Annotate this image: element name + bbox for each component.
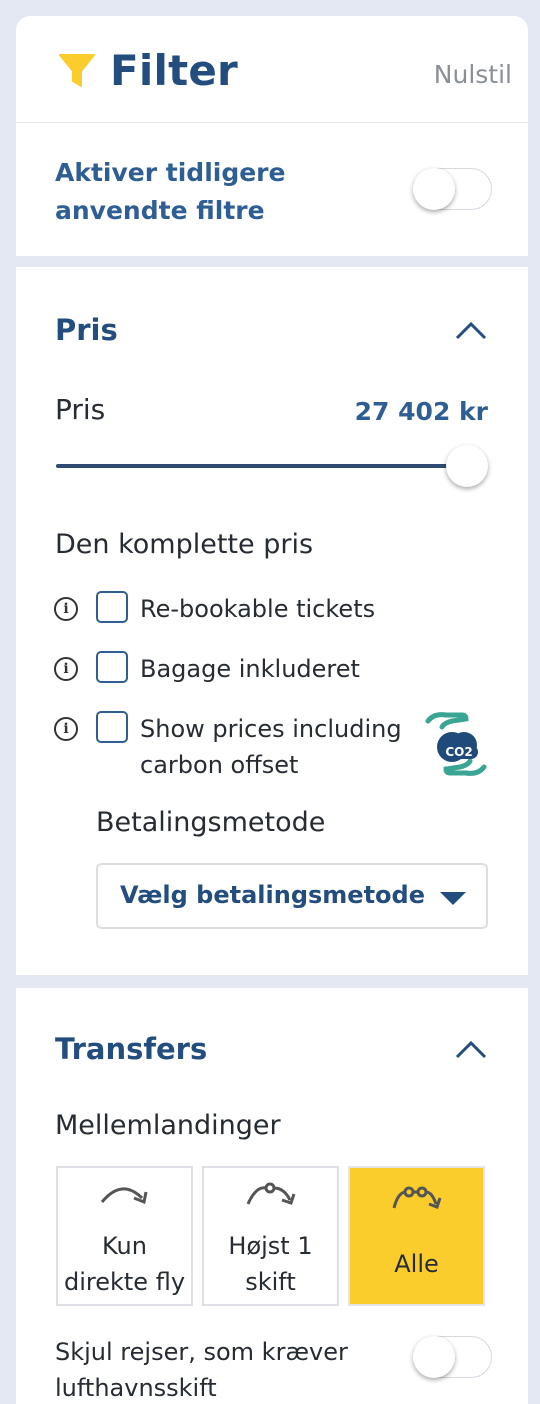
divider: [16, 122, 528, 123]
transfers-section-title: Transfers: [55, 1032, 208, 1066]
price-slider-track[interactable]: [56, 464, 450, 468]
funnel-icon: [59, 54, 95, 87]
stops-option-label: Kun: [102, 1232, 147, 1260]
price-label: Pris: [55, 393, 106, 426]
caret-down-icon: [440, 892, 466, 905]
filter-header-panel: Filter Nulstil Aktiver tidligere anvendt…: [16, 16, 528, 256]
carbon-offset-label-line2: carbon offset: [140, 751, 299, 779]
chevron-up-icon[interactable]: [454, 1038, 488, 1060]
price-slider-handle[interactable]: [446, 445, 488, 487]
info-icon[interactable]: i: [54, 717, 78, 741]
page-title: Filter: [110, 46, 238, 95]
info-icon[interactable]: i: [54, 657, 78, 681]
payment-method-select-value: Vælg betalingsmetode: [120, 881, 426, 909]
payment-method-select[interactable]: Vælg betalingsmetode: [96, 863, 488, 929]
svg-text:CO2: CO2: [445, 745, 472, 759]
stops-option-max-one[interactable]: Højst 1 skift: [202, 1166, 339, 1306]
stops-option-direct[interactable]: Kun direkte fly: [56, 1166, 193, 1306]
payment-method-label: Betalingsmetode: [96, 807, 326, 838]
baggage-label: Bagage inkluderet: [140, 655, 360, 683]
all-stops-icon: [392, 1186, 442, 1209]
direct-flight-icon: [100, 1187, 148, 1205]
carbon-offset-label-line1: Show prices including: [140, 715, 402, 743]
baggage-checkbox[interactable]: [96, 651, 128, 683]
carbon-offset-checkbox[interactable]: [96, 711, 128, 743]
stops-label: Mellemlandinger: [55, 1110, 281, 1141]
complete-price-label: Den komplette pris: [55, 529, 314, 560]
info-icon[interactable]: i: [54, 597, 78, 621]
stops-option-label: Alle: [394, 1250, 439, 1278]
price-section: Pris Pris 27 402 kr Den komplette pris i…: [16, 267, 528, 975]
toggle-knob: [413, 168, 455, 210]
previous-filters-toggle[interactable]: [413, 168, 492, 210]
reset-button[interactable]: Nulstil: [434, 60, 512, 89]
chevron-up-icon[interactable]: [454, 319, 488, 341]
hide-airport-change-label-line2: lufthavnsskift: [55, 1374, 217, 1402]
rebookable-label: Re-bookable tickets: [140, 595, 376, 623]
stops-option-label: skift: [245, 1268, 296, 1296]
stops-option-label: Højst 1: [228, 1232, 313, 1260]
stops-option-all[interactable]: Alle: [348, 1166, 485, 1306]
co2-offset-icon: CO2: [425, 712, 487, 776]
transfers-section: Transfers Mellemlandinger Kun direkte fl…: [16, 988, 528, 1404]
price-value: 27 402 kr: [354, 397, 488, 426]
hide-airport-change-toggle[interactable]: [413, 1336, 492, 1378]
rebookable-checkbox[interactable]: [96, 591, 128, 623]
hide-airport-change-label-line1: Skjul rejser, som kræver: [55, 1338, 348, 1366]
stops-option-label: direkte fly: [63, 1268, 186, 1296]
one-stop-icon: [246, 1182, 296, 1205]
toggle-knob: [413, 1336, 455, 1378]
previous-filters-label: Aktiver tidligere anvendte filtre: [55, 158, 286, 225]
price-section-title: Pris: [55, 313, 118, 347]
